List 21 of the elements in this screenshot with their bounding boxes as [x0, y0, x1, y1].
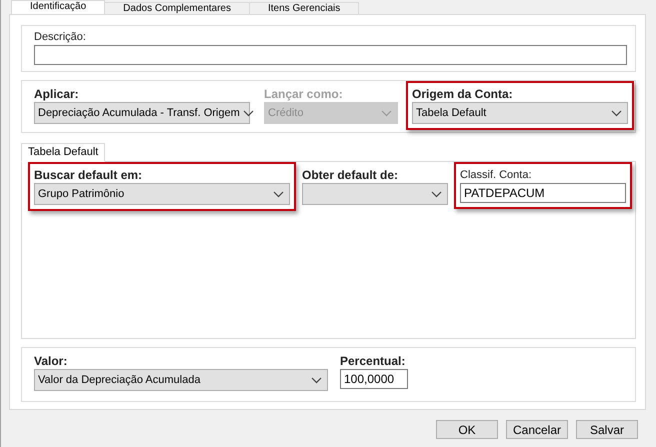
- field-label: Descrição:: [34, 30, 87, 44]
- dialog-button[interactable]: OK: [436, 420, 498, 439]
- field-label: Obter default de:: [302, 168, 400, 182]
- input-field[interactable]: 100,0000: [340, 369, 408, 389]
- dropdown[interactable]: Grupo Patrimônio: [34, 183, 290, 205]
- dropdown[interactable]: Tabela Default: [412, 102, 628, 124]
- dialog-button[interactable]: Cancelar: [506, 420, 568, 439]
- field-label: Origem da Conta:: [412, 87, 514, 101]
- tab[interactable]: Itens Gerenciais: [248, 2, 360, 14]
- field-label: Valor:: [34, 354, 68, 368]
- field-label: Aplicar:: [34, 87, 80, 101]
- dialog-button[interactable]: Salvar: [576, 420, 638, 439]
- tab[interactable]: Dados Complementares: [104, 2, 250, 14]
- dropdown[interactable]: Valor da Depreciação Acumulada: [34, 369, 328, 391]
- field-label: Classif. Conta:: [460, 168, 533, 182]
- field-label: Buscar default em:: [34, 168, 144, 182]
- input-field[interactable]: PATDEPACUM: [460, 183, 626, 203]
- tab[interactable]: Identificação: [11, 0, 106, 14]
- field-label: Percentual:: [340, 354, 406, 368]
- field-label: Lançar como:: [264, 87, 344, 101]
- tab[interactable]: Tabela Default: [21, 143, 106, 162]
